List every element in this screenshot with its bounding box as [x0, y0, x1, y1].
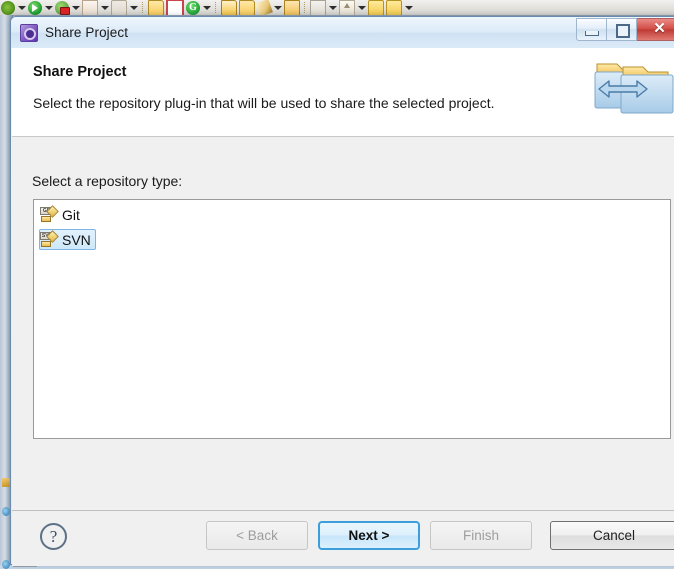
chevron-down-icon[interactable]: [71, 1, 80, 15]
maximize-button[interactable]: [607, 18, 637, 41]
chevron-down-icon[interactable]: [202, 1, 211, 15]
envelope-icon[interactable]: [284, 0, 300, 15]
build-tool-icon[interactable]: [111, 0, 127, 15]
chevron-down-icon[interactable]: [273, 1, 282, 15]
new-wizard-icon[interactable]: [166, 0, 184, 15]
list-item-svn[interactable]: SVN SVN: [39, 229, 96, 250]
dialog-header: Share Project Select the repository plug…: [12, 48, 674, 137]
repository-type-list[interactable]: GIT Git SVN SVN: [33, 199, 671, 439]
finish-button[interactable]: Finish: [430, 521, 532, 550]
chevron-down-icon[interactable]: [100, 1, 109, 15]
list-item-label: SVN: [62, 231, 91, 248]
toolbar-separator: [142, 2, 144, 13]
edge-tab-icon[interactable]: [2, 507, 10, 516]
svn-repository-icon: SVN: [40, 229, 59, 248]
chevron-down-icon[interactable]: [129, 1, 138, 15]
page-title: Share Project: [33, 64, 127, 80]
toolbar-group-wizards: G: [147, 0, 212, 15]
dialog-title: Share Project: [45, 25, 129, 40]
back-button[interactable]: < Back: [206, 521, 308, 550]
new-page-icon[interactable]: [82, 0, 98, 15]
open-folder-icon[interactable]: [221, 0, 237, 15]
cancel-button[interactable]: Cancel: [550, 521, 674, 550]
toolbar-group-run: [0, 0, 139, 15]
list-item-git[interactable]: GIT Git: [40, 204, 84, 225]
run-icon[interactable]: [28, 0, 42, 15]
upload-icon[interactable]: [339, 0, 355, 15]
minimize-button[interactable]: [576, 18, 607, 41]
chevron-down-icon[interactable]: [404, 1, 413, 15]
page-description: Select the repository plug-in that will …: [33, 95, 495, 111]
toolbar-separator: [215, 2, 217, 13]
toolbar-group-misc: [309, 0, 414, 15]
dialog-footer: ? < Back Next > Finish Cancel: [12, 510, 674, 566]
edit-pencil-icon[interactable]: [255, 0, 273, 15]
close-button[interactable]: ✕: [637, 18, 674, 41]
chevron-down-icon[interactable]: [328, 1, 337, 15]
dialog-titlebar[interactable]: Share Project ✕: [11, 17, 674, 48]
chevron-down-icon[interactable]: [17, 1, 26, 15]
dialog-body: Select a repository type: GIT Git SVN SV…: [12, 137, 674, 510]
external-tools-icon[interactable]: [55, 0, 70, 15]
key-icon[interactable]: [310, 0, 326, 15]
chevron-down-icon[interactable]: [357, 1, 366, 15]
share-project-dialog: Share Project ✕ Share Project Select the…: [10, 16, 674, 566]
repository-type-label: Select a repository type:: [32, 173, 183, 189]
back-arrow-icon[interactable]: [368, 0, 384, 15]
open-folder-alt-icon[interactable]: [239, 0, 255, 15]
toolbar-group-files: [220, 0, 301, 15]
forward-arrow-icon[interactable]: [386, 0, 402, 15]
help-button[interactable]: ?: [40, 523, 67, 550]
git-repository-icon: GIT: [40, 204, 59, 223]
google-icon[interactable]: G: [186, 0, 200, 15]
list-item-label: Git: [62, 206, 80, 223]
open-perspective-icon[interactable]: [148, 0, 164, 15]
repo-icon-base: [41, 215, 51, 222]
share-project-gear-icon: [20, 23, 38, 42]
repo-icon-base: [41, 240, 51, 247]
chevron-down-icon[interactable]: [44, 1, 53, 15]
edge-tab-icon[interactable]: [2, 478, 10, 487]
debug-bug-icon[interactable]: [1, 0, 15, 15]
window-controls: ✕: [576, 18, 674, 41]
toolbar-separator: [304, 2, 306, 13]
close-icon: ✕: [653, 21, 666, 37]
ide-toolbar[interactable]: G: [0, 0, 674, 16]
next-button[interactable]: Next >: [318, 521, 420, 550]
shared-folders-icon: [587, 50, 674, 120]
